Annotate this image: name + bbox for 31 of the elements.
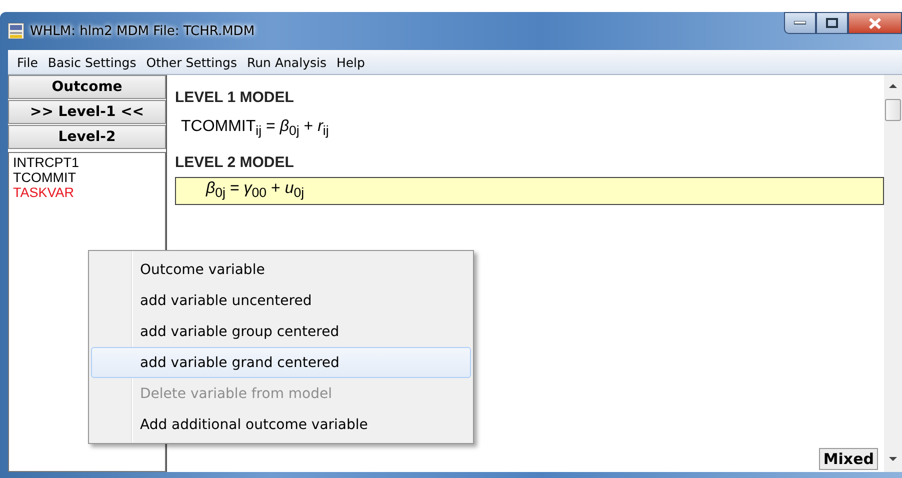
dropdown-arrow-icon[interactable] (889, 456, 897, 462)
minimize-icon (794, 21, 806, 25)
variable-item[interactable]: INTRCPT1 (13, 155, 161, 170)
menu-item[interactable]: Basic Settings (42, 54, 142, 70)
context-menu-item[interactable]: add variable uncentered (91, 285, 471, 316)
level-button[interactable]: Outcome (8, 75, 166, 99)
level-1-heading: LEVEL 1 MODEL (175, 89, 295, 106)
window-title: WHLM: hlm2 MDM File: TCHR.MDM (30, 24, 255, 38)
context-menu-item[interactable]: Outcome variable (91, 254, 471, 285)
scroll-thumb[interactable] (885, 99, 901, 121)
variable-item[interactable]: TCOMMIT (13, 170, 161, 185)
maximize-button[interactable] (816, 12, 848, 34)
menu-item[interactable]: Other Settings (141, 54, 242, 70)
close-button[interactable] (848, 12, 902, 34)
menu-item[interactable]: Run Analysis (242, 54, 332, 70)
menu-item[interactable]: File (12, 54, 43, 70)
variable-item[interactable]: TASKVAR (13, 185, 161, 200)
mixed-button[interactable]: Mixed (819, 448, 878, 470)
level-button[interactable]: Level-2 (8, 125, 166, 149)
app-icon (8, 23, 24, 39)
scroll-up-icon[interactable] (889, 83, 897, 89)
context-menu-item[interactable]: Add additional outcome variable (91, 409, 471, 440)
level-2-heading: LEVEL 2 MODEL (175, 154, 295, 171)
close-icon (869, 18, 881, 28)
level-2-equation[interactable]: β$_{0j}$ = γ$_{00}$ + u$_{0j}$ (175, 177, 884, 205)
context-menu-item[interactable]: add variable group centered (91, 316, 471, 347)
maximize-icon (826, 18, 838, 28)
level-button[interactable]: >> Level-1 << (8, 100, 166, 124)
minimize-button[interactable] (784, 12, 816, 34)
context-menu-item[interactable]: add variable grand centered (91, 347, 471, 378)
menu-item[interactable]: Help (331, 54, 370, 70)
